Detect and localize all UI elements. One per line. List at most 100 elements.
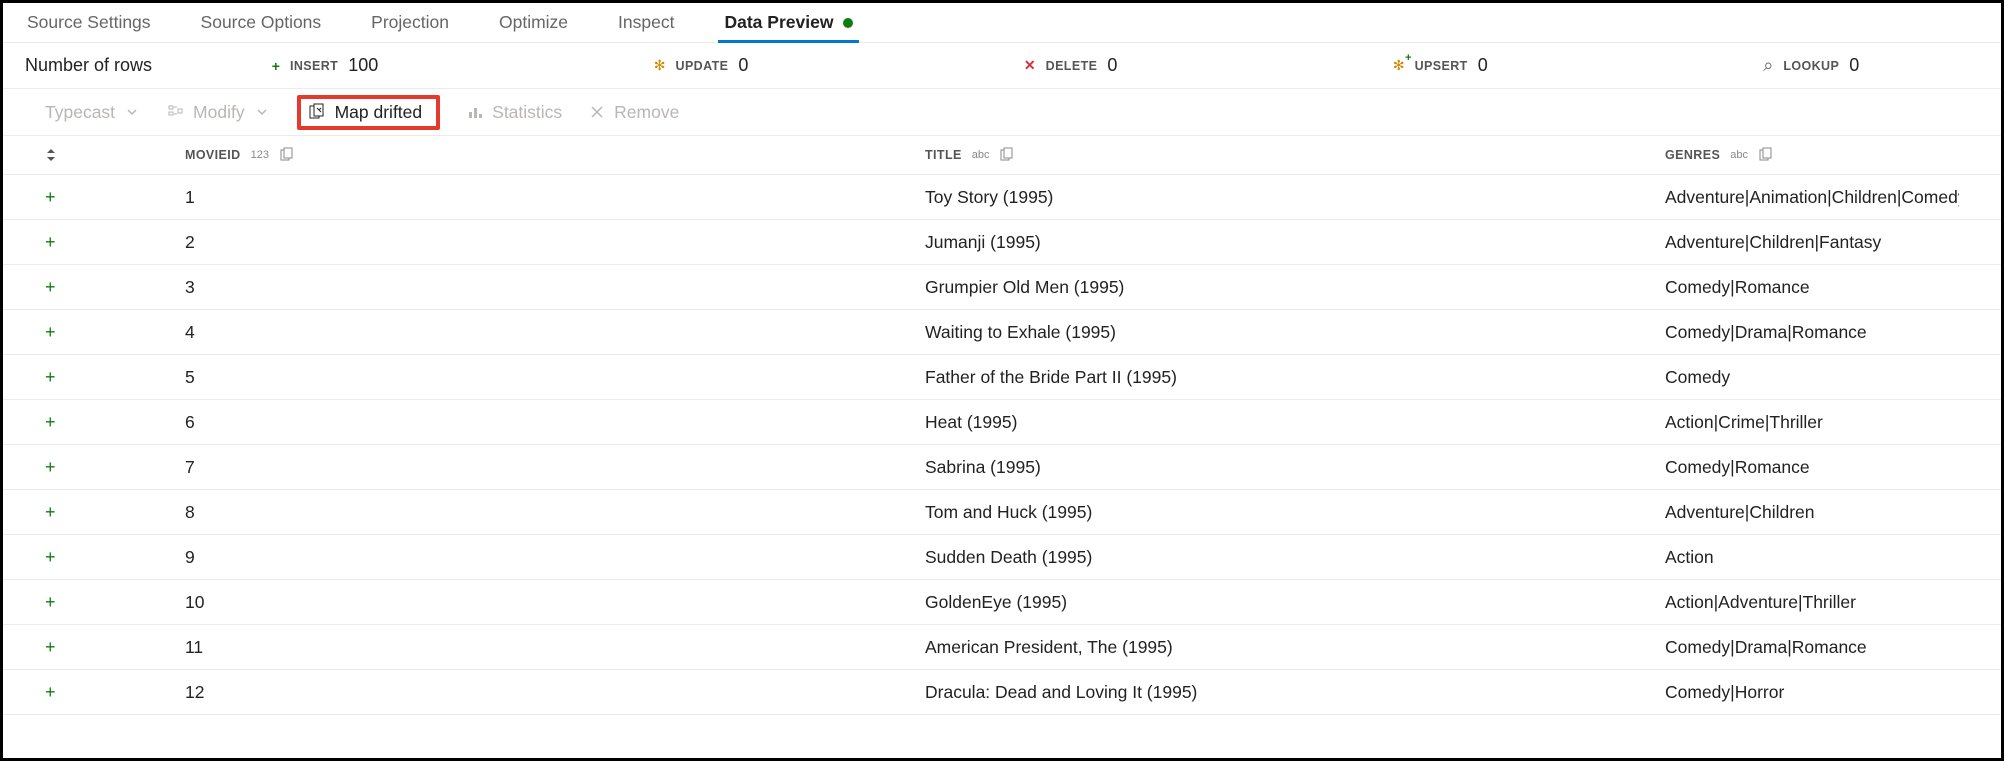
table-row[interactable]: +10GoldenEye (1995)Action|Adventure|Thri…: [3, 580, 2001, 625]
tab-label: Source Settings: [27, 12, 151, 33]
cell-title: Grumpier Old Men (1995): [925, 277, 1665, 298]
cell-genres: Adventure|Animation|Children|Comedy|Fant…: [1665, 187, 1959, 208]
cell-title: GoldenEye (1995): [925, 592, 1665, 613]
column-header-title[interactable]: TITLE abc: [925, 147, 1665, 163]
column-label: GENRES: [1665, 148, 1720, 162]
stat-value: 0: [1107, 55, 1117, 76]
cell-title: Father of the Bride Part II (1995): [925, 367, 1665, 388]
tab-optimize[interactable]: Optimize: [493, 3, 574, 42]
table-row[interactable]: +11American President, The (1995)Comedy|…: [3, 625, 2001, 670]
column-label: TITLE: [925, 148, 962, 162]
table-row[interactable]: +6Heat (1995)Action|Crime|Thriller: [3, 400, 2001, 445]
plus-icon: +: [272, 58, 280, 74]
column-label: MOVIEID: [185, 148, 241, 162]
stat-label: UPSERT: [1415, 59, 1468, 73]
cell-genres: Action|Crime|Thriller: [1665, 412, 1959, 433]
stat-upsert: ✻+ UPSERT 0: [1393, 55, 1488, 76]
table-row[interactable]: +7Sabrina (1995)Comedy|Romance: [3, 445, 2001, 490]
table-row[interactable]: +8Tom and Huck (1995)Adventure|Children: [3, 490, 2001, 535]
column-header-genres[interactable]: GENRES abc: [1665, 147, 1959, 163]
stat-update: ✻ UPDATE 0: [654, 55, 749, 76]
stat-label: UPDATE: [676, 59, 729, 73]
tab-label: Source Options: [201, 12, 322, 33]
row-insert-icon: +: [45, 187, 185, 208]
column-action-icon[interactable]: [279, 147, 295, 163]
cell-genres: Adventure|Children: [1665, 502, 1959, 523]
column-type-tag: abc: [1730, 149, 1748, 161]
cell-genres: Comedy|Romance: [1665, 457, 1959, 478]
column-type-tag: 123: [251, 149, 269, 161]
modify-icon: [167, 103, 185, 121]
tab-label: Optimize: [499, 12, 568, 33]
tab-bar: Source Settings Source Options Projectio…: [3, 3, 2001, 43]
row-insert-icon: +: [45, 547, 185, 568]
close-icon: [588, 103, 606, 121]
map-drifted-button[interactable]: Map drifted: [297, 95, 441, 130]
row-insert-icon: +: [45, 367, 185, 388]
tab-projection[interactable]: Projection: [365, 3, 455, 42]
x-icon: ✕: [1024, 57, 1036, 74]
stat-value: 100: [348, 55, 378, 76]
stat-lookup: ⌕ LOOKUP 0: [1763, 55, 1859, 76]
cell-title: Jumanji (1995): [925, 232, 1665, 253]
stat-value: 0: [1478, 55, 1488, 76]
column-action-icon[interactable]: [999, 147, 1015, 163]
map-drifted-icon: [309, 103, 327, 121]
row-insert-icon: +: [45, 637, 185, 658]
remove-button[interactable]: Remove: [588, 102, 679, 123]
table-row[interactable]: +2Jumanji (1995)Adventure|Children|Fanta…: [3, 220, 2001, 265]
stats-bar: Number of rows + INSERT 100 ✻ UPDATE 0 ✕…: [3, 43, 2001, 89]
cell-movieid: 1: [185, 187, 925, 208]
button-label: Modify: [193, 102, 245, 123]
table-row[interactable]: +9Sudden Death (1995)Action: [3, 535, 2001, 580]
cell-title: Toy Story (1995): [925, 187, 1665, 208]
modify-button[interactable]: Modify: [167, 102, 271, 123]
cell-movieid: 8: [185, 502, 925, 523]
stat-value: 0: [1849, 55, 1859, 76]
row-insert-icon: +: [45, 682, 185, 703]
table-row[interactable]: +5Father of the Bride Part II (1995)Come…: [3, 355, 2001, 400]
table-row[interactable]: +4Waiting to Exhale (1995)Comedy|Drama|R…: [3, 310, 2001, 355]
stat-value: 0: [738, 55, 748, 76]
stat-label: DELETE: [1046, 59, 1098, 73]
cell-genres: Comedy|Drama|Romance: [1665, 637, 1959, 658]
row-insert-icon: +: [45, 322, 185, 343]
preview-toolbar: Typecast Modify Map drifted Statistics R…: [3, 89, 2001, 135]
cell-movieid: 5: [185, 367, 925, 388]
button-label: Statistics: [492, 102, 562, 123]
status-dot-icon: [843, 18, 853, 28]
cell-genres: Comedy: [1665, 367, 1959, 388]
table-row[interactable]: +12Dracula: Dead and Loving It (1995)Com…: [3, 670, 2001, 715]
button-label: Typecast: [45, 102, 115, 123]
table-row[interactable]: +3Grumpier Old Men (1995)Comedy|Romance: [3, 265, 2001, 310]
cell-genres: Action|Adventure|Thriller: [1665, 592, 1959, 613]
chevron-down-icon: [253, 103, 271, 121]
tab-inspect[interactable]: Inspect: [612, 3, 680, 42]
row-insert-icon: +: [45, 457, 185, 478]
cell-title: Waiting to Exhale (1995): [925, 322, 1665, 343]
sort-column-header[interactable]: [45, 148, 185, 162]
cell-genres: Comedy|Horror: [1665, 682, 1959, 703]
column-header-movieid[interactable]: MOVIEID 123: [185, 147, 925, 163]
tab-label: Data Preview: [724, 12, 833, 33]
table-row[interactable]: +1Toy Story (1995)Adventure|Animation|Ch…: [3, 175, 2001, 220]
data-grid: MOVIEID 123 TITLE abc GENRES abc +1Toy S…: [3, 135, 2001, 715]
asterisk-icon: ✻: [654, 57, 666, 74]
cell-movieid: 10: [185, 592, 925, 613]
statistics-button[interactable]: Statistics: [466, 102, 562, 123]
column-type-tag: abc: [972, 149, 990, 161]
tab-data-preview[interactable]: Data Preview: [718, 3, 859, 42]
tab-label: Inspect: [618, 12, 674, 33]
cell-movieid: 11: [185, 637, 925, 658]
stat-label: LOOKUP: [1783, 59, 1839, 73]
cell-title: Dracula: Dead and Loving It (1995): [925, 682, 1665, 703]
column-action-icon[interactable]: [1758, 147, 1774, 163]
number-of-rows-label: Number of rows: [25, 55, 152, 76]
typecast-button[interactable]: Typecast: [45, 102, 141, 123]
cell-movieid: 3: [185, 277, 925, 298]
tab-source-options[interactable]: Source Options: [195, 3, 328, 42]
row-insert-icon: +: [45, 277, 185, 298]
tab-source-settings[interactable]: Source Settings: [21, 3, 157, 42]
button-label: Remove: [614, 102, 679, 123]
cell-movieid: 2: [185, 232, 925, 253]
